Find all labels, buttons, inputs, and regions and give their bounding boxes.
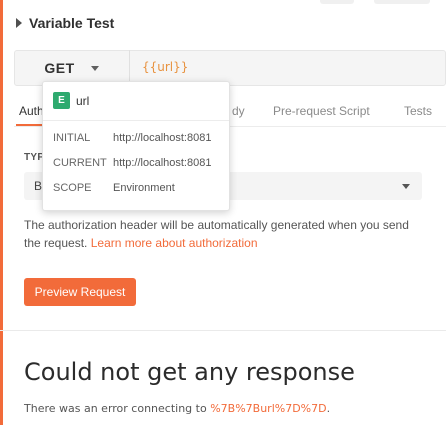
tab-tests[interactable]: Tests [404, 104, 432, 118]
method-value: GET [44, 60, 75, 76]
response-error-text: There was an error connecting to [24, 402, 211, 415]
tab-body[interactable]: dy [232, 104, 245, 118]
popover-row-scope: SCOPE Environment [53, 182, 175, 194]
preview-request-button[interactable]: Preview Request [24, 278, 136, 306]
tab-authorization[interactable]: Auth [19, 104, 44, 118]
learn-more-link[interactable]: Learn more about authorization [91, 236, 258, 250]
response-error: There was an error connecting to %7B%7Bu… [24, 402, 330, 415]
popover-row-initial: INITIAL http://localhost:8081 [53, 132, 211, 144]
request-name[interactable]: Variable Test [16, 12, 114, 34]
response-divider [0, 330, 446, 331]
popover-row-value: http://localhost:8081 [113, 132, 212, 144]
auth-description: The authorization header will be automat… [24, 216, 424, 252]
top-tab-strip [0, 0, 446, 6]
top-tab-stub[interactable] [320, 0, 354, 4]
popover-divider [43, 120, 229, 121]
popover-row-current: CURRENT http://localhost:8081 [53, 157, 211, 169]
tab-pre-request-script[interactable]: Pre-request Script [273, 104, 370, 118]
response-error-suffix: . [326, 402, 331, 415]
environment-scope-icon: E [53, 92, 70, 109]
auth-type-value: B [34, 179, 43, 193]
popover-row-key: INITIAL [53, 132, 91, 144]
popover-row-value: Environment [113, 182, 175, 194]
caret-right-icon[interactable] [16, 18, 22, 28]
popover-header: E url [53, 92, 89, 109]
url-input[interactable]: {{url}} [142, 60, 188, 74]
popover-row-key: CURRENT [53, 157, 107, 169]
request-name-label: Variable Test [29, 15, 115, 31]
response-error-link[interactable]: %7B%7Burl%7D%7D [210, 402, 326, 415]
popover-row-value: http://localhost:8081 [113, 157, 212, 169]
top-tab-stub[interactable] [374, 0, 430, 4]
popover-variable-name: url [76, 93, 90, 108]
chevron-down-icon [90, 65, 99, 71]
variable-popover: E url INITIAL http://localhost:8081 CURR… [42, 81, 230, 211]
response-title: Could not get any response [24, 358, 355, 386]
chevron-down-icon [402, 184, 410, 189]
popover-row-key: SCOPE [53, 182, 92, 194]
left-accent-bar [0, 0, 3, 425]
